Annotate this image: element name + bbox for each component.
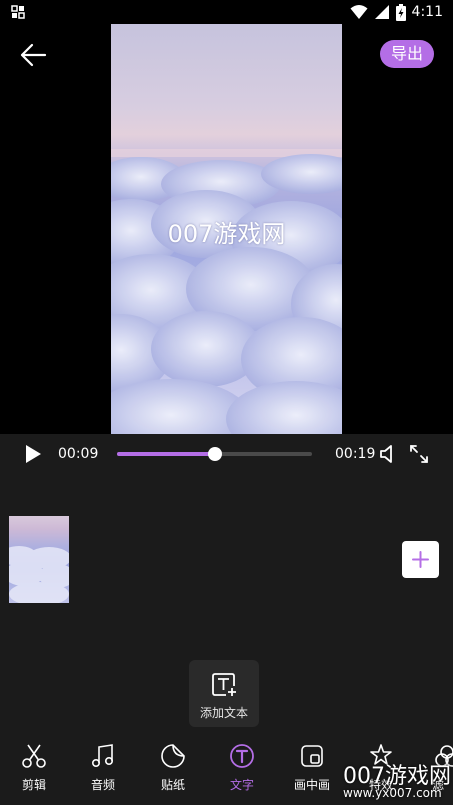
video-frame[interactable]: 007游戏网 <box>111 24 342 434</box>
video-preview: 007游戏网 导出 <box>0 24 453 434</box>
progress-thumb[interactable] <box>207 447 222 461</box>
add-text-button[interactable]: 添加文本 <box>189 660 259 727</box>
add-clip-button[interactable] <box>402 541 439 578</box>
export-button[interactable]: 导出 <box>380 40 434 68</box>
volume-icon[interactable] <box>379 443 401 465</box>
wifi-icon <box>350 5 368 19</box>
play-icon[interactable] <box>22 443 44 465</box>
status-time: 4:11 <box>411 4 443 20</box>
tool-sticker[interactable]: 贴纸 <box>144 739 200 805</box>
plus-icon <box>412 551 429 568</box>
tool-label: 剪辑 <box>21 778 46 792</box>
status-bar: 4:11 <box>0 0 453 24</box>
add-text-icon <box>212 673 236 696</box>
add-text-label: 添加文本 <box>199 706 248 720</box>
video-overlay-text: 007游戏网 <box>167 220 286 248</box>
clip-cloud-scene <box>9 546 69 603</box>
timeline-panel: 添加文本 <box>0 474 453 739</box>
tool-audio[interactable]: 音频 <box>74 739 130 805</box>
back-arrow-icon[interactable] <box>18 40 48 70</box>
battery-icon <box>395 3 406 21</box>
progress-fill <box>117 452 215 456</box>
music-note-icon <box>91 744 114 767</box>
tool-label: 画中画 <box>293 778 330 792</box>
tool-label: 文字 <box>229 778 254 792</box>
text-icon <box>230 744 254 768</box>
tool-label: 贴纸 <box>160 778 185 792</box>
tool-pip[interactable]: 画中画 <box>283 739 339 805</box>
current-time: 00:09 <box>58 446 99 462</box>
tool-label: 音频 <box>90 778 115 792</box>
fullscreen-icon[interactable] <box>408 443 430 465</box>
sticker-icon <box>161 744 185 768</box>
picture-in-picture-icon <box>301 745 323 767</box>
playback-bar: 00:09 00:19 <box>0 434 453 474</box>
total-time: 00:19 <box>335 446 376 462</box>
tool-cut[interactable]: 剪辑 <box>5 739 61 805</box>
tool-text[interactable]: 文字 <box>213 739 269 805</box>
signal-icon <box>374 5 389 19</box>
video-clip-thumbnail[interactable] <box>9 516 69 603</box>
progress-slider[interactable] <box>117 447 312 461</box>
notification-icon <box>11 5 25 19</box>
scissors-icon <box>22 744 46 768</box>
watermark-url: www.yx007.com <box>343 786 442 800</box>
